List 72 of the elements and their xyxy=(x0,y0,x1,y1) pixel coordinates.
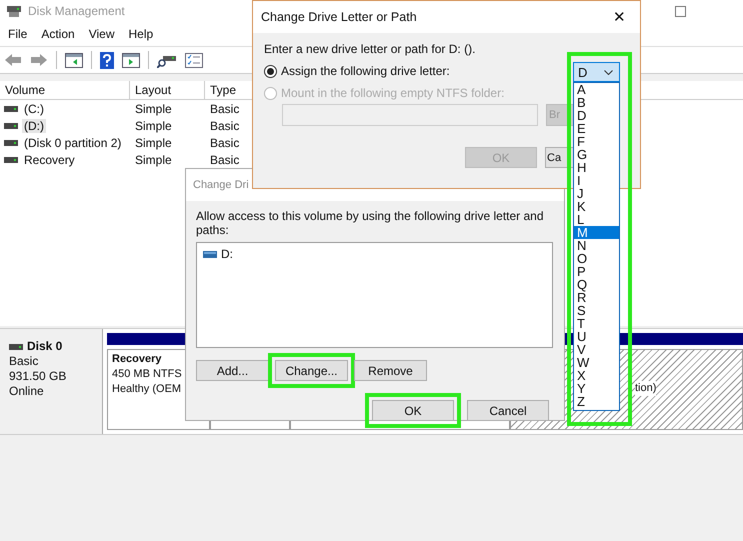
table-cell[interactable]: (C:) xyxy=(22,102,46,116)
drive-icon xyxy=(4,156,18,162)
dropdown-option[interactable]: N xyxy=(574,239,619,252)
partition-status: tion) xyxy=(635,381,656,396)
dropdown-option[interactable]: S xyxy=(574,304,619,317)
forward-icon[interactable] xyxy=(30,53,48,67)
dropdown-option[interactable]: I xyxy=(574,174,619,187)
help-icon[interactable] xyxy=(100,52,114,68)
dropdown-option[interactable]: A xyxy=(574,83,619,96)
dropdown-option[interactable]: K xyxy=(574,200,619,213)
dialog-title: Change Dri xyxy=(193,179,249,191)
table-cell-text: Simple xyxy=(134,118,173,132)
drive-icon xyxy=(9,344,23,350)
dropdown-option[interactable]: U xyxy=(574,330,619,343)
chevron-icon xyxy=(604,70,613,74)
disk-type: Basic xyxy=(9,354,40,369)
close-button[interactable]: ✕ xyxy=(613,8,626,26)
dropdown-option[interactable]: P xyxy=(574,265,619,278)
dropdown-option[interactable]: T xyxy=(574,317,619,330)
disk-size: 931.50 GB xyxy=(9,369,68,384)
dropdown-option[interactable]: M xyxy=(574,226,619,239)
window-title: Disk Management xyxy=(28,4,125,18)
table-cell-text: Basic xyxy=(209,136,240,150)
dialog-button[interactable]: Remove xyxy=(354,360,427,381)
menu-item[interactable]: Help xyxy=(122,27,162,41)
table-cell-text: Simple xyxy=(134,102,173,116)
dialog-button[interactable]: Cancel xyxy=(467,400,549,421)
back-icon[interactable] xyxy=(4,53,22,67)
dropdown-option[interactable]: W xyxy=(574,356,619,369)
table-cell[interactable]: (D:) xyxy=(22,118,46,132)
dropdown-option[interactable]: F xyxy=(574,135,619,148)
app-icon xyxy=(6,4,22,18)
dialog-prompt: Allow access to this volume by using the following drive letter and paths: xyxy=(196,209,545,237)
dropdown-option[interactable]: J xyxy=(574,187,619,200)
dropdown-option[interactable]: R xyxy=(574,291,619,304)
dialog-button[interactable]: OK xyxy=(372,400,454,421)
dropdown-option[interactable]: Q xyxy=(574,278,619,291)
panel-icon[interactable] xyxy=(65,52,83,68)
menu-item[interactable]: Action xyxy=(35,27,83,41)
partition-name: Recovery xyxy=(112,352,163,367)
dropdown-option[interactable]: X xyxy=(574,369,619,382)
table-cell[interactable]: Recovery xyxy=(22,152,77,166)
disk-status: Online xyxy=(9,384,45,399)
partition-size: 450 MB NTFS xyxy=(112,367,183,382)
table-cell-text: Basic xyxy=(209,152,240,166)
drive-icon xyxy=(4,140,18,146)
dropdown-option[interactable]: L xyxy=(574,213,619,226)
table-cell[interactable]: (Disk 0 partition 2) xyxy=(22,136,124,150)
drive-icon xyxy=(4,122,18,128)
partition-status: Healthy (OEM xyxy=(112,382,182,397)
folder-path-field[interactable] xyxy=(282,104,538,126)
drive-letter-dropdown[interactable]: D xyxy=(573,62,620,82)
checklist-icon[interactable] xyxy=(185,52,203,68)
dialog-title: Change Drive Letter or Path xyxy=(261,10,417,24)
table-cell-text: Basic xyxy=(209,102,240,116)
menu-item[interactable]: View xyxy=(82,27,122,41)
dialog-button[interactable]: Change... xyxy=(275,360,348,381)
maximize-icon[interactable] xyxy=(675,6,686,16)
disk-name: Disk 0 xyxy=(27,339,62,354)
drive-icon xyxy=(203,250,217,258)
dialog-prompt: Enter a new drive letter or path for D: (). xyxy=(264,42,476,56)
table-cell-text: Simple xyxy=(134,136,173,150)
table-cell-text: Basic xyxy=(209,118,240,132)
drive-icon xyxy=(4,106,18,112)
table-cell-text: Simple xyxy=(134,152,173,166)
path-item[interactable]: D: xyxy=(221,247,233,261)
menu-item[interactable]: File xyxy=(2,27,36,41)
dialog-button[interactable]: Add... xyxy=(196,360,269,381)
dropdown-option[interactable]: O xyxy=(574,252,619,265)
dropdown-option[interactable]: Y xyxy=(574,382,619,395)
dropdown-option[interactable]: Z xyxy=(574,395,619,408)
panel-icon[interactable] xyxy=(122,52,140,68)
